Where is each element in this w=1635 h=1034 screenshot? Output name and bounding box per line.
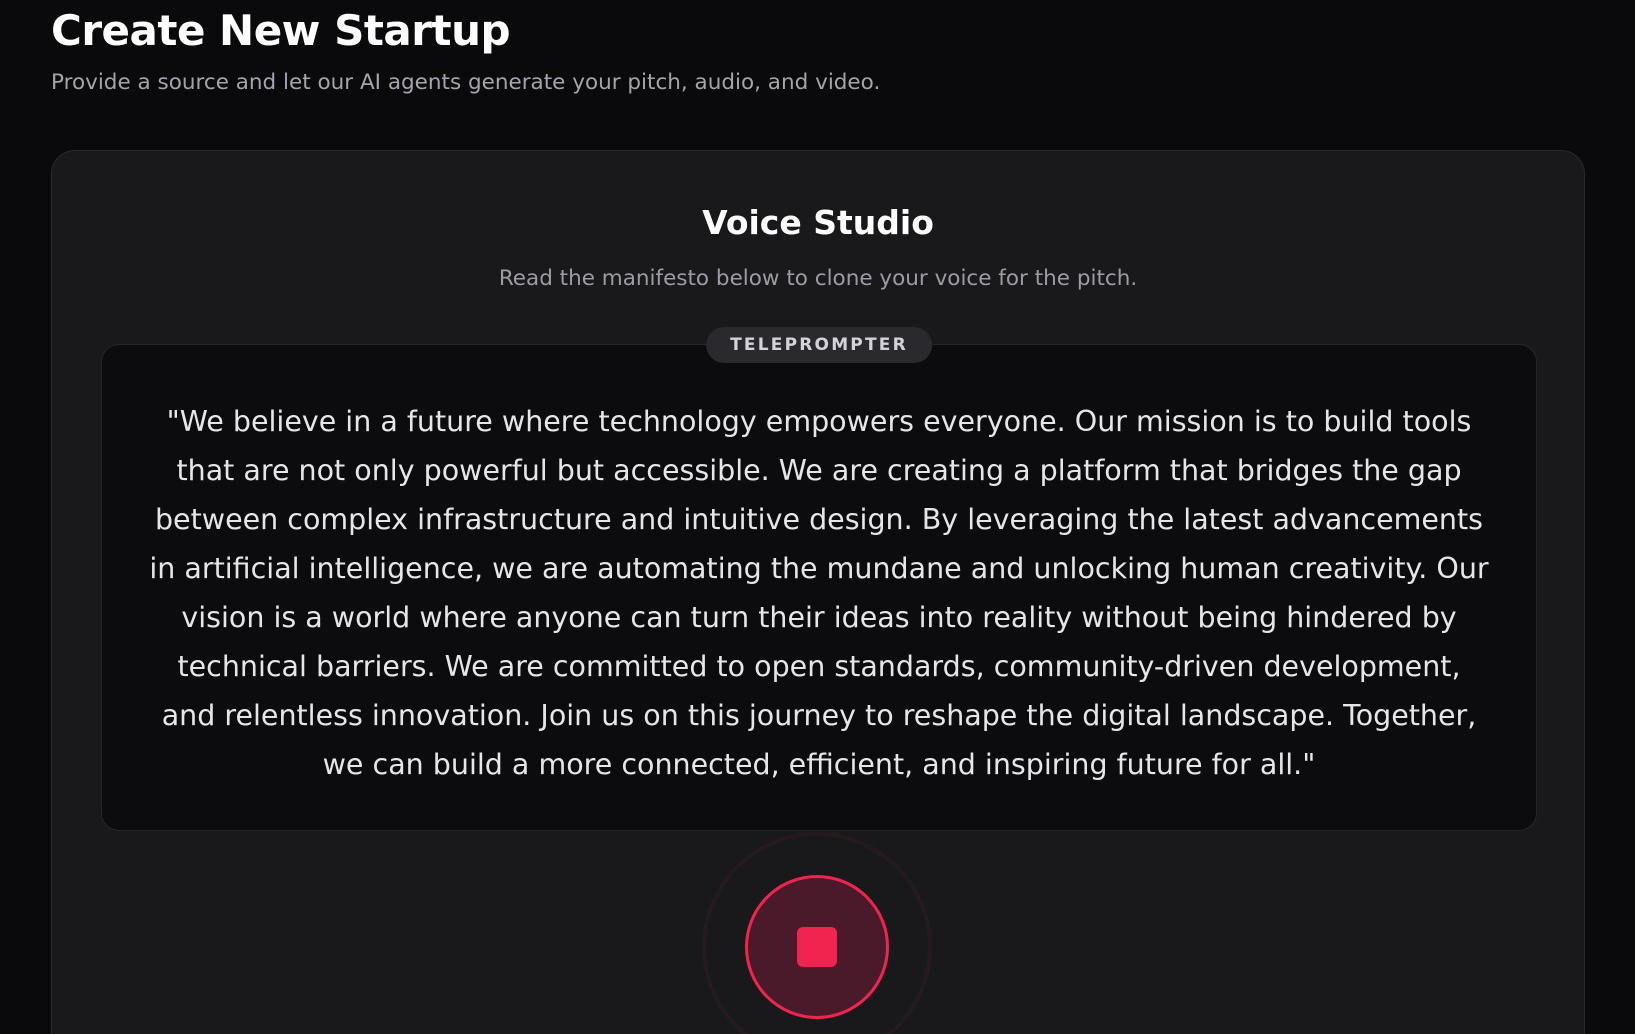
voice-studio-title: Voice Studio — [702, 203, 934, 242]
teleprompter-text: "We believe in a future where technology… — [149, 405, 1489, 781]
create-startup-page: Create New Startup Provide a source and … — [0, 0, 1635, 1034]
voice-studio-card: Voice Studio Read the manifesto below to… — [51, 150, 1585, 1034]
teleprompter-badge: TELEPROMPTER — [706, 327, 932, 363]
teleprompter-panel: TELEPROMPTER "We believe in a future whe… — [101, 327, 1537, 831]
page-title: Create New Startup — [51, 6, 511, 55]
stop-icon — [797, 927, 837, 967]
stop-recording-button[interactable] — [745, 875, 889, 1019]
voice-studio-subtitle: Read the manifesto below to clone your v… — [498, 266, 1138, 291]
page-subtitle: Provide a source and let our AI agents g… — [51, 70, 881, 95]
